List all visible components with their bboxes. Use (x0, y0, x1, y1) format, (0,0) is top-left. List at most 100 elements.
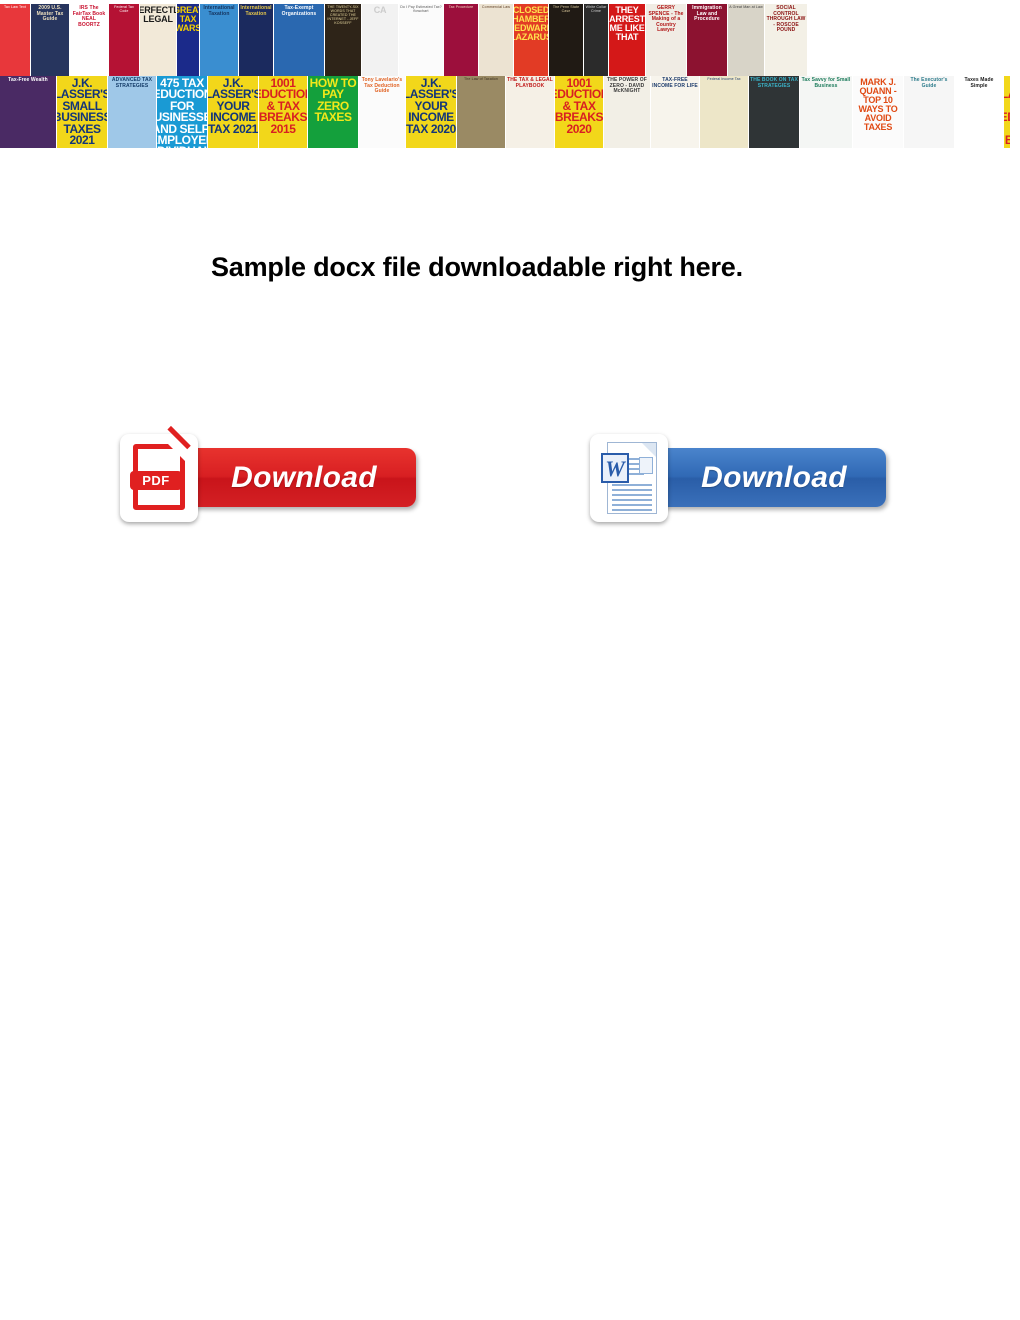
book-cover: White Collar Crime (584, 4, 608, 76)
book-cover: J.K. LASSER'S YOUR INCOME TAX 2021 (208, 76, 258, 148)
book-cover: 1001 DEDUCTIONS & TAX BREAKS 2015 (259, 76, 307, 148)
book-cover: The Penn State Case (549, 4, 583, 76)
book-cover: Tax-Free Wealth (0, 76, 56, 148)
book-cover: 1001 DEDUCTIONS & TAX BREAKS 2020 (555, 76, 603, 148)
book-cover: SOCIAL CONTROL THROUGH LAW - ROSCOE POUN… (765, 4, 807, 76)
book-cover-title: TAX-FREE INCOME FOR LIFE (652, 77, 698, 89)
book-cover-title: Do I Pay Estimated Tax? flowchart (400, 5, 442, 13)
book-cover: IRS The FairTax Book NEAL BOORTZ (70, 4, 108, 76)
book-cover-title: CLOSED CHAMBERS - EDWARD LAZARUS (514, 5, 548, 42)
pdf-file-icon[interactable]: PDF (120, 425, 198, 522)
book-cover: Tax Law Text (0, 4, 30, 76)
book-cover-title: THE BOOK ON TAX STRATEGIES (750, 77, 798, 89)
book-cover: Tony Lavelario's Tax Deduction Guide (359, 76, 405, 148)
book-cover: TAX-FREE INCOME FOR LIFE (651, 76, 699, 148)
book-cover-title: ADVANCED TAX STRATEGIES (111, 77, 153, 89)
book-cover: Taxes Made Simple (955, 76, 1003, 148)
download-docx-button[interactable]: W Download (590, 430, 886, 525)
book-cover-title: HOW TO PAY ZERO TAXES (309, 76, 357, 125)
book-cover-title: 2009 U.S. Master Tax Guide (36, 5, 64, 22)
word-file-icon[interactable]: W (590, 433, 668, 522)
book-cover-title: J.K. LASSER'S 1001 DEDUCTIONS & TAX BREA… (1004, 87, 1010, 147)
book-cover-title: Tax Savvy for Small Business (801, 77, 851, 89)
book-cover: HOW TO PAY ZERO TAXES (308, 76, 358, 148)
book-cover-title: White Collar Crime (585, 5, 607, 13)
collage-row-top: Tax Law Text 2009 U.S. Master Tax Guide IR… (0, 0, 1010, 76)
book-cover: THE TWENTY-SIX WORDS THAT CREATED THE IN… (325, 4, 361, 76)
book-cover-title: J.K. LASSER'S YOUR INCOME TAX 2020 (406, 76, 456, 136)
book-cover-title: Tony Lavelario's Tax Deduction Guide (361, 77, 403, 94)
book-cover-title: THE TAX & LEGAL PLAYBOOK (507, 77, 553, 89)
book-cover: CLOSED CHAMBERS - EDWARD LAZARUS (514, 4, 548, 76)
word-corner-fold (642, 442, 656, 457)
book-cover-title: The Penn State Case (552, 5, 580, 13)
book-cover: Tax Savvy for Small Business (800, 76, 852, 148)
download-pdf-button[interactable]: PDF Download (120, 425, 416, 525)
book-cover-title: THE TWENTY-SIX WORDS THAT CREATED THE IN… (327, 5, 359, 25)
book-cover-title: MARK J. QUANN - TOP 10 WAYS TO AVOID TAX… (858, 77, 898, 132)
page-title: Sample docx file downloadable right here… (211, 252, 743, 282)
pdf-document-glyph: PDF (130, 425, 191, 510)
book-cover: GREAT TAX WARS (177, 4, 199, 76)
book-cover-title: 1001 DEDUCTIONS & TAX BREAKS 2020 (555, 76, 603, 136)
book-cover: THE POWER OF ZERO - DAVID McKNIGHT (604, 76, 650, 148)
book-cover-title: Taxes Made Simple (964, 77, 994, 89)
book-cover-title: SOCIAL CONTROL THROUGH LAW - ROSCOE POUN… (766, 5, 806, 33)
pdf-download-label: Download (231, 460, 377, 494)
book-cover-title: 475 TAX DEDUCTIONS FOR BUSINESSES AND SE… (157, 76, 207, 148)
book-cover-title: Tax-Exempt Organizations (281, 5, 317, 17)
word-image-placeholder (639, 456, 653, 474)
book-cover-title: International Taxation (203, 5, 235, 17)
collage-row-bottom: Tax-Free Wealth J.K. LASSER'S SMALL BUSIN… (0, 76, 1010, 152)
book-cover-title: Federal Income Tax (707, 77, 741, 81)
book-cover: 475 TAX DEDUCTIONS FOR BUSINESSES AND SE… (157, 76, 207, 148)
book-cover-title: GERRY SPENCE - The Making of a Country L… (648, 5, 684, 33)
book-cover-title: Immigration Law and Procedure (692, 5, 722, 22)
word-document-glyph: W (601, 441, 657, 514)
book-cover-title: J.K. LASSER'S SMALL BUSINESS TAXES 2021 (57, 76, 107, 147)
book-cover-title: Tax-Free Wealth (8, 77, 48, 83)
book-cover-title: 1001 DEDUCTIONS & TAX BREAKS 2015 (259, 76, 307, 136)
book-cover-title: Tax Procedure (448, 5, 474, 9)
book-cover: The Law of Taxation (457, 76, 505, 148)
pdf-download-pill[interactable]: Download (188, 448, 416, 507)
book-cover: THE TAX & LEGAL PLAYBOOK (506, 76, 554, 148)
book-cover-title: GREAT TAX WARS (177, 5, 199, 33)
book-cover: The Executor's Guide (904, 76, 954, 148)
book-cover-title: THEY ARREST ME LIKE THAT (609, 5, 645, 42)
book-cover-title: The Executor's Guide (910, 77, 948, 89)
book-cover-title: Tax Law Text (4, 5, 26, 9)
book-cover: MARK J. QUANN - TOP 10 WAYS TO AVOID TAX… (853, 76, 903, 148)
book-cover-title: Federal Tax Code (114, 5, 134, 13)
book-cover: GERRY SPENCE - The Making of a Country L… (646, 4, 686, 76)
book-cover-title: IRS The FairTax Book NEAL BOORTZ (72, 5, 106, 28)
book-cover: THE BOOK ON TAX STRATEGIES (749, 76, 799, 148)
book-cover: Immigration Law and Procedure (687, 4, 727, 76)
book-cover: J.K. LASSER'S YOUR INCOME TAX 2020 (406, 76, 456, 148)
book-cover: Do I Pay Estimated Tax? flowchart (399, 4, 443, 76)
book-cover: A Great Man at Law (728, 4, 764, 76)
book-cover-title: The Law of Taxation (464, 77, 498, 81)
book-cover-title: A Great Man at Law (729, 5, 763, 9)
docx-download-pill[interactable]: Download (658, 448, 886, 507)
docx-download-label: Download (701, 460, 847, 494)
word-text-lines-bottom (612, 483, 652, 514)
book-cover: THEY ARREST ME LIKE THAT (609, 4, 645, 76)
book-cover: Tax Procedure (444, 4, 478, 76)
book-cover: 2009 U.S. Master Tax Guide (31, 4, 69, 76)
book-cover: Tax-Exempt Organizations (274, 4, 324, 76)
book-cover: CA (362, 4, 398, 76)
pdf-label: PDF (130, 470, 182, 490)
book-cover: J.K. LASSER'S SMALL BUSINESS TAXES 2021 (57, 76, 107, 148)
book-cover-title: J.K. LASSER'S YOUR INCOME TAX 2021 (208, 76, 258, 136)
book-cover: International Taxation (239, 4, 273, 76)
book-cover: J.K. LASSER'S 1001 DEDUCTIONS & TAX BREA… (1004, 76, 1010, 148)
book-cover: PERFECTLY LEGAL (140, 4, 176, 76)
book-cover: Federal Income Tax (700, 76, 748, 148)
book-cover-collage: Tax Law Text 2009 U.S. Master Tax Guide IR… (0, 0, 1010, 152)
book-cover-title: International Taxation (240, 5, 272, 17)
book-cover-title: THE POWER OF ZERO - DAVID McKNIGHT (607, 77, 647, 94)
book-cover: International Taxation (200, 4, 238, 76)
book-cover: ADVANCED TAX STRATEGIES (108, 76, 156, 148)
word-w-badge: W (601, 452, 629, 483)
